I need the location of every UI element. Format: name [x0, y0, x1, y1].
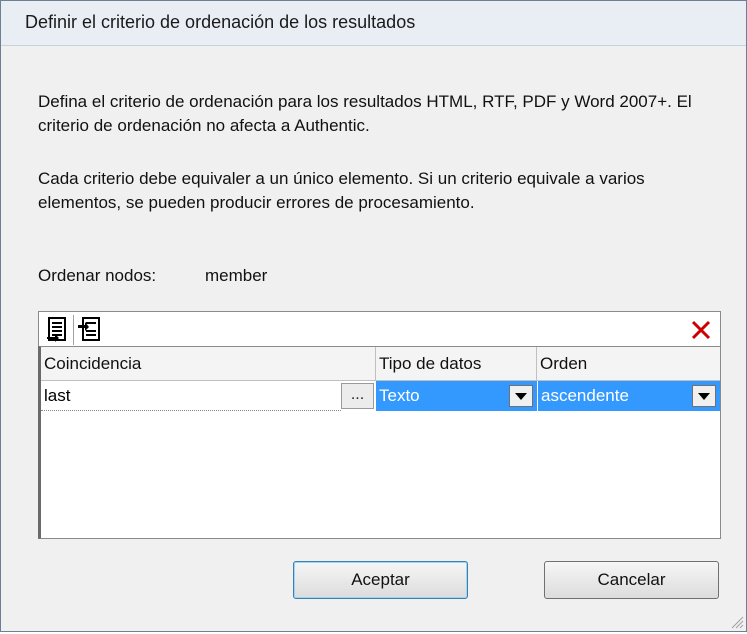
- chevron-down-icon: [698, 392, 710, 400]
- data-type-dropdown-button[interactable]: [509, 385, 533, 407]
- description-paragraph-2: Cada criterio debe equivaler a un único …: [38, 169, 645, 212]
- sort-nodes-value: member: [205, 266, 268, 285]
- edit-xpath-button[interactable]: ...: [341, 383, 374, 409]
- order-select[interactable]: ascendente: [538, 381, 720, 411]
- match-input[interactable]: last: [41, 381, 341, 411]
- table-row[interactable]: last ... Texto ascendente: [41, 381, 720, 411]
- dialog-title: Definir el criterio de ordenación de los…: [25, 12, 416, 32]
- column-header-data-type[interactable]: Tipo de datos: [376, 347, 537, 380]
- ok-button[interactable]: Aceptar: [293, 561, 468, 599]
- order-dropdown-button[interactable]: [692, 385, 716, 407]
- insert-row-icon[interactable]: [75, 315, 105, 345]
- cancel-button[interactable]: Cancelar: [544, 561, 719, 599]
- title-bar: Definir el criterio de ordenación de los…: [1, 1, 746, 46]
- order-value: ascendente: [541, 386, 629, 405]
- grid-header: Coincidencia Tipo de datos Orden: [41, 347, 720, 381]
- data-type-select[interactable]: Texto: [376, 381, 537, 411]
- data-type-value: Texto: [379, 386, 420, 405]
- criteria-grid: Coincidencia Tipo de datos Orden last ..…: [38, 346, 721, 539]
- append-row-icon[interactable]: [43, 315, 74, 345]
- delete-row-icon[interactable]: [686, 315, 716, 345]
- sort-dialog: Definir el criterio de ordenación de los…: [0, 0, 747, 632]
- chevron-down-icon: [515, 392, 527, 400]
- sort-nodes-label: Ordenar nodos:: [38, 266, 157, 285]
- column-header-order[interactable]: Orden: [537, 347, 720, 380]
- column-header-match[interactable]: Coincidencia: [41, 347, 376, 380]
- resize-grip-icon[interactable]: [728, 613, 744, 629]
- description-paragraph-1: Defina el criterio de ordenación para lo…: [38, 92, 692, 135]
- criteria-toolbar: [38, 311, 721, 347]
